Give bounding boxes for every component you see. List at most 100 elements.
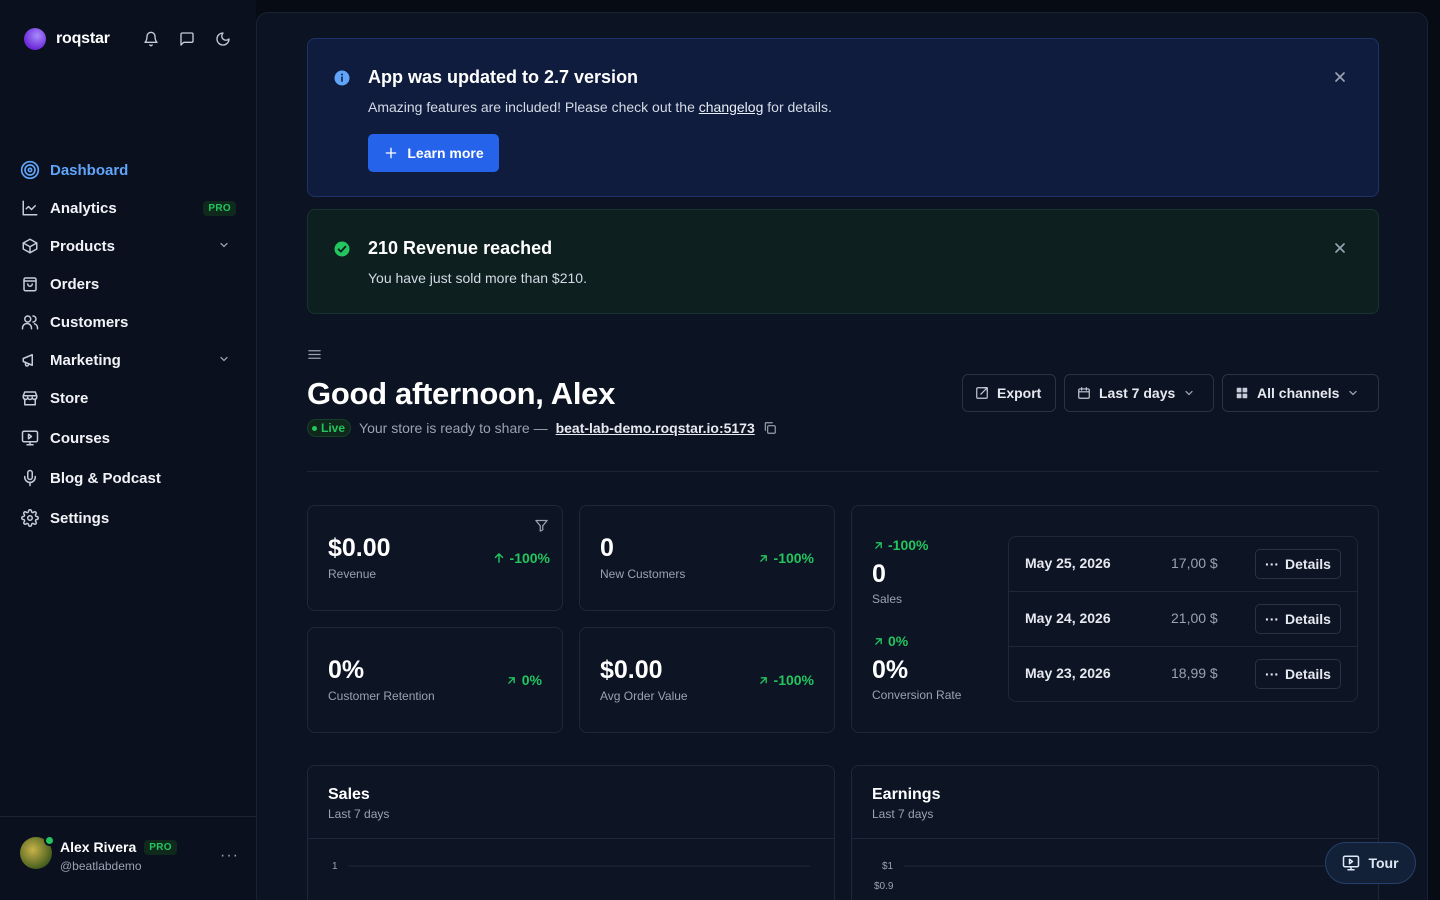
pro-badge: PRO xyxy=(203,201,236,216)
presentation-icon xyxy=(1343,855,1360,871)
y-tick-label: $1 xyxy=(882,861,894,872)
sidebar-item-label: Blog & Podcast xyxy=(50,469,161,487)
chevron-down-icon[interactable] xyxy=(218,238,230,255)
chart-title: Sales xyxy=(328,786,370,803)
menu-icon[interactable] xyxy=(307,347,323,363)
changelog-link[interactable]: changelog xyxy=(699,99,764,115)
sales-chart-plot: 1 xyxy=(332,861,810,872)
alert-title: App was updated to 2.7 version xyxy=(368,67,639,87)
kpi-value: 0 xyxy=(600,534,614,562)
ellipsis-icon: ··· xyxy=(1265,666,1280,682)
sidebar-nav: Dashboard Analytics PRO Products Orders xyxy=(10,151,246,537)
brand-logo-icon xyxy=(24,28,46,50)
export-button[interactable]: Export xyxy=(962,374,1056,412)
y-tick-label: $0.9 xyxy=(874,881,894,892)
chevron-down-icon xyxy=(1185,390,1193,396)
filter-icon[interactable] xyxy=(534,518,550,534)
arrow-up-right-icon xyxy=(875,637,882,645)
sidebar-item-marketing[interactable]: Marketing xyxy=(10,341,246,379)
y-tick-label: 1 xyxy=(332,861,338,872)
sidebar-item-store[interactable]: Store xyxy=(10,379,246,417)
user-handle: @beatlabdemo xyxy=(60,859,142,873)
sales-summary-card: -100% 0 Sales 0% 0% Conversion Rate May … xyxy=(851,505,1379,733)
store-url-link[interactable]: beat-lab-demo.roqstar.io:5173 xyxy=(556,420,755,436)
ellipsis-icon: ··· xyxy=(1265,611,1280,627)
sidebar-item-label: Customers xyxy=(50,313,129,331)
chart-divider xyxy=(308,838,834,839)
revenue-alert: 210 Revenue reached You have just sold m… xyxy=(307,209,1379,314)
live-badge: Live xyxy=(307,419,352,437)
sidebar-item-label: Store xyxy=(50,389,89,407)
alert-title: 210 Revenue reached xyxy=(368,238,553,258)
sidebar-item-blog-podcast[interactable]: Blog & Podcast xyxy=(10,459,246,497)
user-profile[interactable]: Alex Rivera PRO @beatlabdemo ··· xyxy=(0,816,256,900)
store-status-row: Live Your store is ready to share — beat… xyxy=(307,419,777,437)
sidebar: roqstar Dashboard Analytics PRO Products… xyxy=(0,0,256,900)
details-button[interactable]: ··· Details xyxy=(1255,549,1341,579)
sidebar-item-settings[interactable]: Settings xyxy=(10,499,246,537)
earnings-chart-card: Earnings Last 7 days $1 $0.9 xyxy=(851,765,1379,900)
order-date: May 23, 2026 xyxy=(1025,665,1111,681)
chart-line-icon xyxy=(20,198,40,218)
sidebar-item-customers[interactable]: Customers xyxy=(10,303,246,341)
sidebar-item-analytics[interactable]: Analytics PRO xyxy=(10,189,246,227)
chart-subtitle: Last 7 days xyxy=(872,807,934,821)
alert-text: You have just sold more than $210. xyxy=(368,270,587,286)
learn-more-button[interactable]: Learn more xyxy=(368,134,499,172)
chart-subtitle: Last 7 days xyxy=(328,807,390,821)
bell-icon[interactable] xyxy=(142,30,160,48)
details-button[interactable]: ··· Details xyxy=(1255,659,1341,689)
channels-select[interactable]: All channels xyxy=(1222,374,1379,412)
arrow-up-right-icon xyxy=(875,541,882,549)
update-alert: App was updated to 2.7 version Amazing f… xyxy=(307,38,1379,197)
alert-text: Amazing features are included! Please ch… xyxy=(368,99,832,115)
copy-icon[interactable] xyxy=(763,421,777,435)
chevron-down-icon[interactable] xyxy=(218,352,230,369)
details-button[interactable]: ··· Details xyxy=(1255,604,1341,634)
order-date: May 25, 2026 xyxy=(1025,555,1111,571)
kpi-label: Customer Retention xyxy=(328,689,435,703)
ellipsis-icon: ··· xyxy=(1265,556,1280,572)
sidebar-item-products[interactable]: Products xyxy=(10,227,246,265)
microphone-icon xyxy=(20,468,40,488)
sidebar-item-label: Courses xyxy=(50,429,111,447)
date-range-select[interactable]: Last 7 days xyxy=(1064,374,1214,412)
external-link-icon xyxy=(976,387,988,399)
online-status-dot xyxy=(44,835,55,846)
page-title: Good afternoon, Alex xyxy=(307,376,616,411)
section-divider xyxy=(307,471,1379,472)
sidebar-item-label: Products xyxy=(50,237,116,255)
moon-icon[interactable] xyxy=(214,30,232,48)
info-icon xyxy=(333,69,351,87)
brand[interactable]: roqstar xyxy=(24,28,110,50)
sidebar-item-label: Orders xyxy=(50,275,100,293)
close-icon[interactable] xyxy=(1332,69,1348,85)
export-label: Export xyxy=(997,385,1042,401)
tour-button[interactable]: Tour xyxy=(1325,842,1416,884)
sidebar-item-courses[interactable]: Courses xyxy=(10,419,246,457)
plus-icon xyxy=(386,147,397,159)
target-icon xyxy=(20,160,40,180)
arrow-up-right-icon xyxy=(759,554,767,562)
order-date: May 24, 2026 xyxy=(1025,610,1111,626)
sidebar-item-dashboard[interactable]: Dashboard xyxy=(10,151,246,189)
sidebar-item-orders[interactable]: Orders xyxy=(10,265,246,303)
store-icon xyxy=(20,388,40,408)
close-icon[interactable] xyxy=(1332,240,1348,256)
check-circle-icon xyxy=(333,240,351,258)
recent-orders-list: May 25, 2026 17,00 $ ··· Details May 24,… xyxy=(1008,536,1358,702)
learn-more-label: Learn more xyxy=(407,145,484,161)
more-options-icon[interactable]: ··· xyxy=(220,847,239,865)
order-amount: 17,00 $ xyxy=(1171,555,1218,571)
gear-icon xyxy=(20,508,40,528)
kpi-card-avg-order: $0.00 Avg Order Value -100% xyxy=(579,627,835,733)
sales-chart-card: Sales Last 7 days 1 xyxy=(307,765,835,900)
list-item: May 25, 2026 17,00 $ ··· Details xyxy=(1009,537,1357,592)
sidebar-item-label: Settings xyxy=(50,509,110,527)
message-icon[interactable] xyxy=(178,30,196,48)
conversion-value: 0% xyxy=(872,656,909,684)
kpi-change: -100% xyxy=(757,672,814,688)
kpi-change: -100% xyxy=(757,550,814,566)
sales-change: -100% xyxy=(872,537,928,553)
brand-name: roqstar xyxy=(56,30,110,47)
